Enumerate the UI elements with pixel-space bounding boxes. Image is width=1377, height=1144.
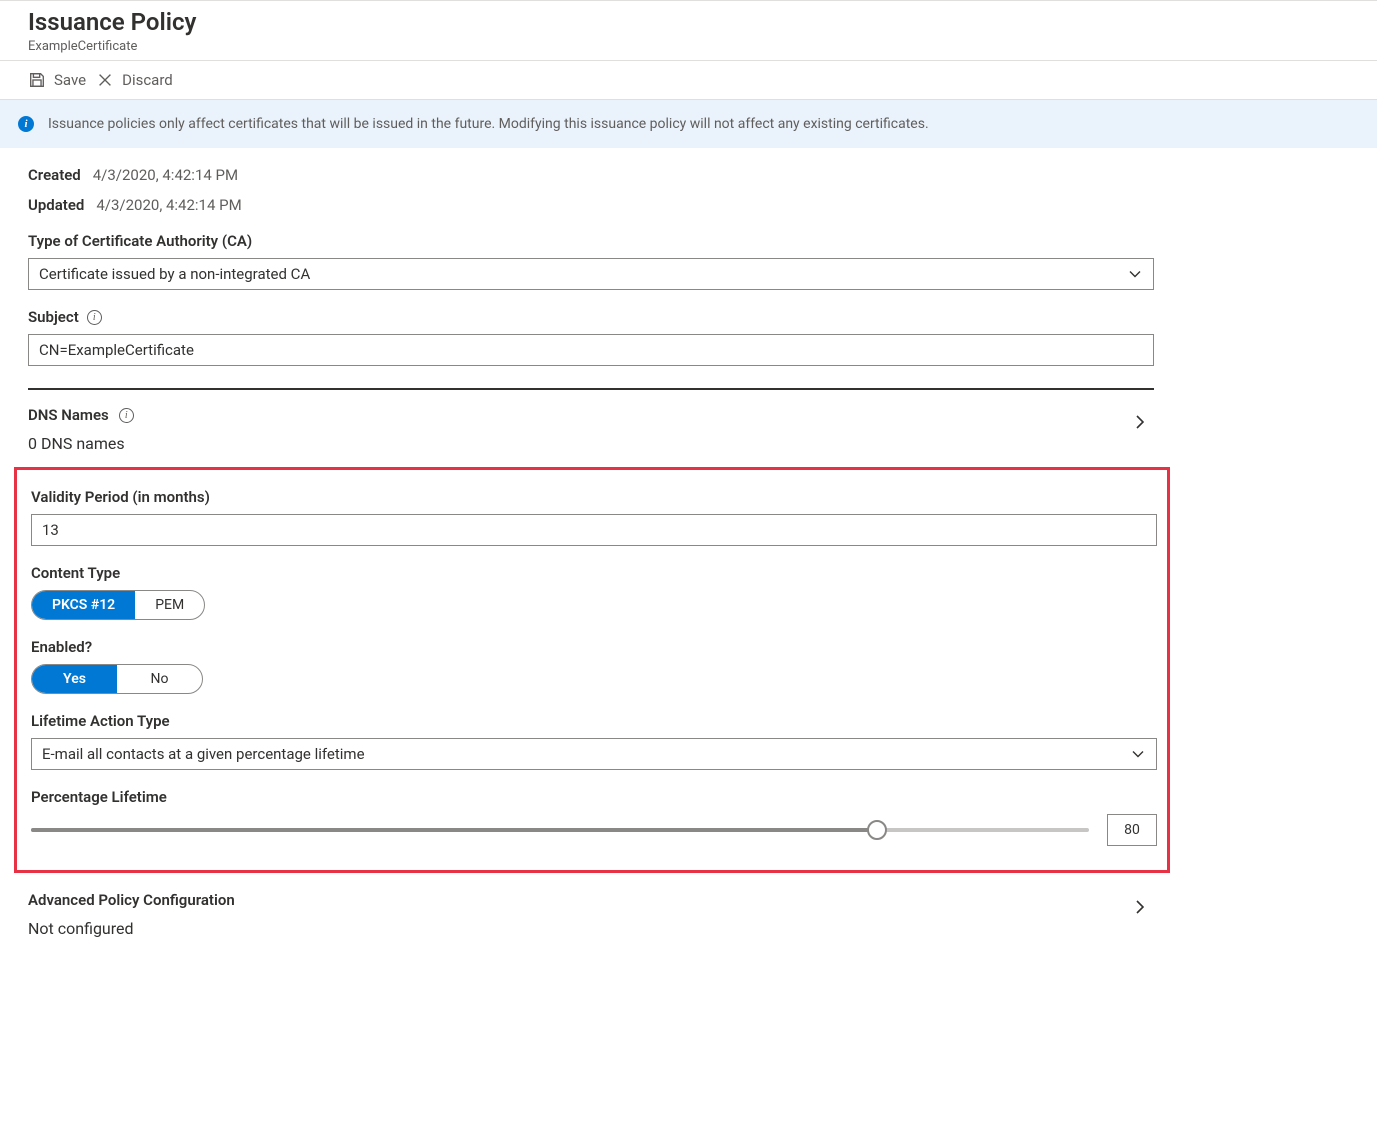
percentage-label: Percentage Lifetime [31, 788, 1153, 806]
enabled-no[interactable]: No [117, 665, 202, 693]
percentage-slider[interactable] [31, 818, 1089, 842]
subject-input[interactable]: CN=ExampleCertificate [28, 334, 1154, 366]
page-subtitle: ExampleCertificate [28, 39, 1377, 54]
ca-type-select[interactable]: Certificate issued by a non-integrated C… [28, 258, 1154, 290]
validity-value: 13 [42, 521, 59, 539]
validity-input[interactable]: 13 [31, 514, 1157, 546]
content-type-pkcs12[interactable]: PKCS #12 [32, 591, 135, 619]
page-title: Issuance Policy [28, 7, 1377, 37]
save-icon [28, 71, 46, 89]
lifetime-action-value: E-mail all contacts at a given percentag… [42, 745, 365, 763]
enabled-toggle: Yes No [31, 664, 203, 694]
advanced-policy-summary: Not configured [28, 919, 235, 938]
dns-label-text: DNS Names [28, 406, 109, 424]
dns-names-summary: 0 DNS names [28, 434, 134, 453]
validity-label: Validity Period (in months) [31, 488, 1153, 506]
lifetime-action-label: Lifetime Action Type [31, 712, 1153, 730]
advanced-policy-row[interactable]: Advanced Policy Configuration Not config… [28, 873, 1154, 938]
updated-value: 4/3/2020, 4:42:14 PM [96, 196, 241, 214]
slider-thumb[interactable] [867, 820, 887, 840]
discard-button[interactable]: Discard [96, 71, 173, 89]
chevron-down-icon [1130, 746, 1146, 762]
updated-label: Updated [28, 196, 84, 214]
enabled-yes[interactable]: Yes [32, 665, 117, 693]
lifetime-action-select[interactable]: E-mail all contacts at a given percentag… [31, 738, 1157, 770]
info-icon: i [18, 116, 34, 132]
content: Created 4/3/2020, 4:42:14 PM Updated 4/3… [0, 148, 1377, 938]
slider-track [31, 828, 877, 832]
subject-info-icon[interactable]: i [87, 310, 102, 325]
page-header: Issuance Policy ExampleCertificate [0, 1, 1377, 60]
percentage-slider-row: 80 [31, 814, 1157, 846]
dns-names-heading: DNS Names i [28, 406, 134, 424]
created-label: Created [28, 166, 81, 184]
created-row: Created 4/3/2020, 4:42:14 PM [28, 166, 1377, 184]
enabled-label: Enabled? [31, 638, 1153, 656]
content-type-label: Content Type [31, 564, 1153, 582]
ca-type-value: Certificate issued by a non-integrated C… [39, 265, 310, 283]
highlighted-section: Validity Period (in months) 13 Content T… [14, 467, 1170, 873]
dns-names-row[interactable]: DNS Names i 0 DNS names [28, 390, 1154, 453]
save-button[interactable]: Save [28, 71, 86, 89]
content-type-pem[interactable]: PEM [135, 591, 204, 619]
dns-info-icon[interactable]: i [119, 408, 134, 423]
save-label: Save [54, 71, 86, 89]
ca-type-label: Type of Certificate Authority (CA) [28, 232, 1377, 250]
info-banner: i Issuance policies only affect certific… [0, 100, 1377, 148]
chevron-right-icon [1130, 406, 1150, 436]
subject-label: Subject i [28, 308, 1377, 326]
content-type-toggle: PKCS #12 PEM [31, 590, 205, 620]
info-text: Issuance policies only affect certificat… [48, 116, 929, 132]
chevron-down-icon [1127, 266, 1143, 282]
close-icon [96, 71, 114, 89]
subject-label-text: Subject [28, 308, 79, 326]
chevron-right-icon [1130, 891, 1150, 921]
advanced-policy-heading: Advanced Policy Configuration [28, 891, 235, 909]
percentage-value-box[interactable]: 80 [1107, 814, 1157, 846]
subject-value: CN=ExampleCertificate [39, 341, 194, 359]
discard-label: Discard [122, 71, 173, 89]
created-value: 4/3/2020, 4:42:14 PM [93, 166, 238, 184]
updated-row: Updated 4/3/2020, 4:42:14 PM [28, 196, 1377, 214]
toolbar: Save Discard [0, 61, 1377, 99]
